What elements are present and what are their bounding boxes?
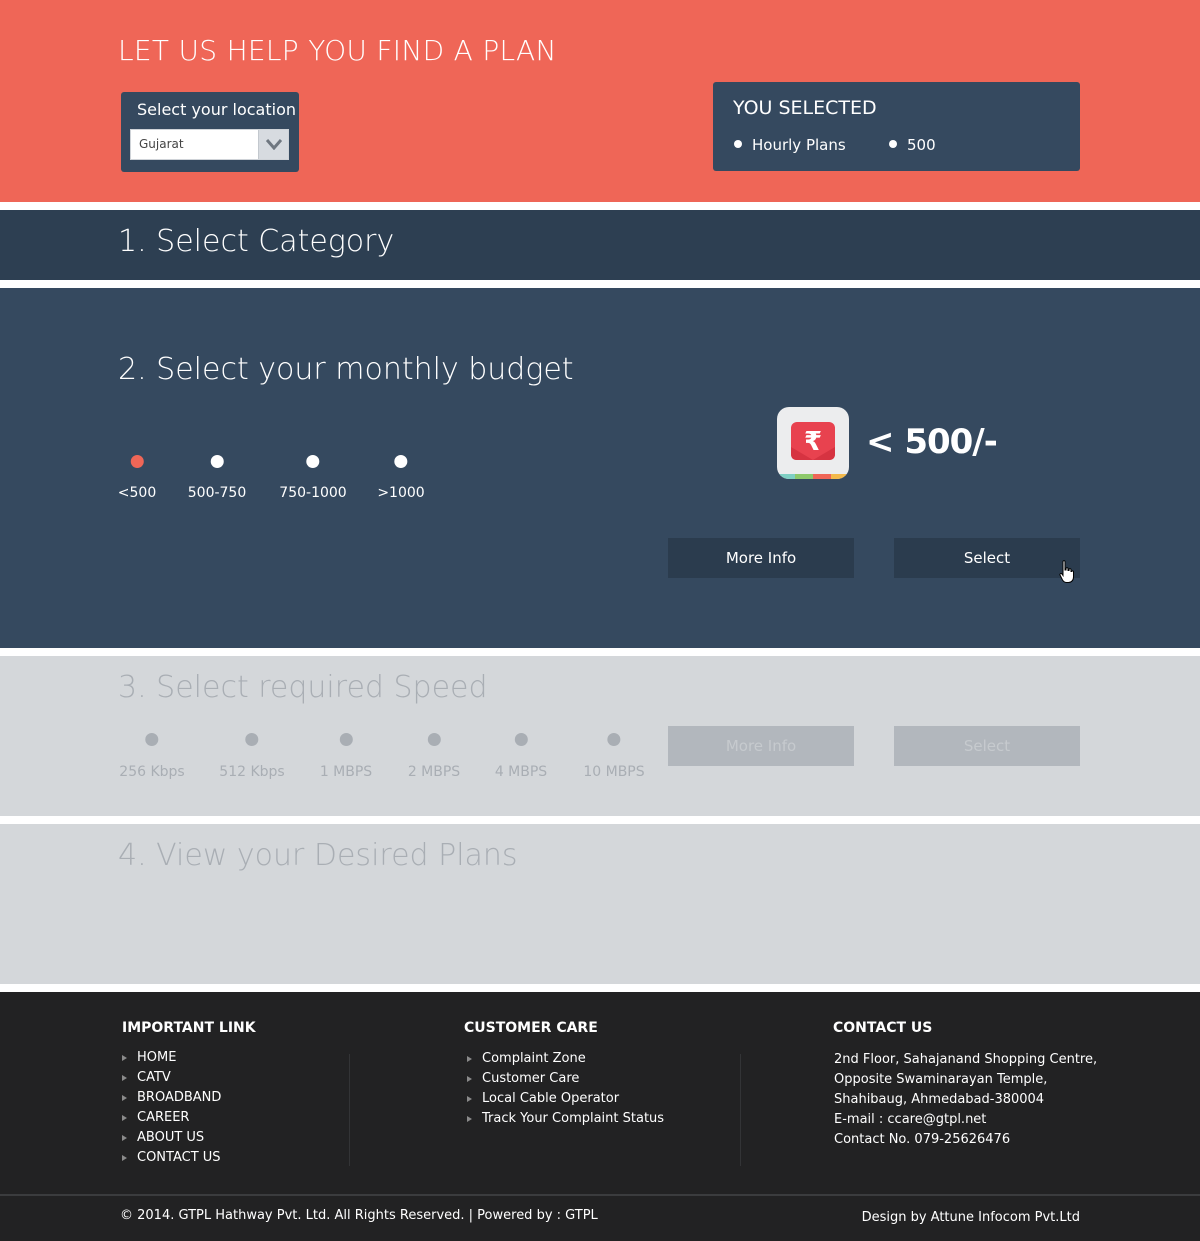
budget-option-750-1000[interactable]: 750-1000 <box>279 455 347 501</box>
budget-option-label: 500-750 <box>187 485 247 501</box>
customer-care-list: Complaint Zone Customer Care Local Cable… <box>467 1049 664 1129</box>
contact-email[interactable]: E-mail : ccare@gtpl.net <box>834 1110 1097 1130</box>
selected-item-label: Hourly Plans <box>752 136 846 154</box>
speed-option-label: 512 Kbps <box>219 764 285 780</box>
speed-more-info-button[interactable]: More Info <box>668 726 854 766</box>
location-select-value: Gujarat <box>139 137 184 151</box>
footer-link-customer-care[interactable]: Customer Care <box>467 1069 664 1089</box>
contact-line: Shahibaug, Ahmedabad-380004 <box>834 1092 1045 1107</box>
footer-link-broadband[interactable]: BROADBAND <box>122 1088 221 1108</box>
svg-text:₹: ₹ <box>804 427 822 457</box>
you-selected-title: YOU SELECTED <box>733 97 877 119</box>
radio-dot[interactable] <box>607 733 621 746</box>
footer-link-complaint-zone[interactable]: Complaint Zone <box>467 1049 664 1069</box>
footer-link-track-complaint[interactable]: Track Your Complaint Status <box>467 1109 664 1129</box>
contact-phone: Contact No. 079-25626476 <box>834 1132 1011 1147</box>
selected-item-category: Hourly Plans <box>734 136 846 154</box>
bullet-icon <box>734 140 742 148</box>
speed-select-button[interactable]: Select <box>894 726 1080 766</box>
footer-link-local-cable-operator[interactable]: Local Cable Operator <box>467 1089 664 1109</box>
footer-divider <box>740 1054 741 1166</box>
important-link-list: HOME CATV BROADBAND CAREER ABOUT US CONT… <box>122 1048 221 1168</box>
speed-option-1mbps[interactable]: 1 MBPS <box>320 733 372 780</box>
you-selected-panel: YOU SELECTED Hourly Plans 500 <box>713 82 1080 171</box>
radio-dot[interactable] <box>130 455 144 468</box>
rupee-wallet-icon: ₹ <box>777 407 849 479</box>
footer-divider <box>349 1054 350 1166</box>
footer-link-contact-us[interactable]: CONTACT US <box>122 1148 221 1168</box>
more-info-button[interactable]: More Info <box>668 538 854 578</box>
budget-option-gt1000[interactable]: >1000 <box>377 455 425 501</box>
section-monthly-budget: 2. Select your monthly budget <500 500-7… <box>0 288 1200 648</box>
footer: IMPORTANT LINK HOME CATV BROADBAND CAREE… <box>0 992 1200 1241</box>
radio-dot[interactable] <box>145 733 159 746</box>
speed-option-10mbps[interactable]: 10 MBPS <box>583 733 645 780</box>
page-title: LET US HELP YOU FIND A PLAN <box>118 34 557 67</box>
budget-option-500-750[interactable]: 500-750 <box>187 455 247 501</box>
radio-dot[interactable] <box>394 455 408 468</box>
speed-option-label: 256 Kbps <box>119 764 185 780</box>
contact-address: 2nd Floor, Sahajanand Shopping Centre, O… <box>834 1050 1097 1150</box>
speed-option-256kbps[interactable]: 256 Kbps <box>119 733 185 780</box>
section-select-category[interactable]: 1. Select Category <box>0 210 1200 280</box>
budget-option-lt500[interactable]: <500 <box>118 455 156 501</box>
chevron-down-icon[interactable] <box>258 130 288 159</box>
footer-link-career[interactable]: CAREER <box>122 1108 221 1128</box>
plan-finder-header: LET US HELP YOU FIND A PLAN Select your … <box>0 0 1200 202</box>
radio-dot[interactable] <box>339 733 353 746</box>
speed-option-4mbps[interactable]: 4 MBPS <box>495 733 547 780</box>
radio-dot[interactable] <box>427 733 441 746</box>
footer-link-home[interactable]: HOME <box>122 1048 221 1068</box>
speed-option-512kbps[interactable]: 512 Kbps <box>219 733 285 780</box>
footer-link-catv[interactable]: CATV <box>122 1068 221 1088</box>
footer-divider-horizontal <box>0 1194 1200 1196</box>
budget-option-label: 750-1000 <box>279 485 347 501</box>
budget-option-label: >1000 <box>377 485 425 501</box>
location-panel: Select your location Gujarat <box>121 92 299 172</box>
hand-cursor-icon <box>1059 560 1074 583</box>
selected-item-budget: 500 <box>889 136 936 154</box>
radio-dot[interactable] <box>245 733 259 746</box>
contact-line: Opposite Swaminarayan Temple, <box>834 1072 1048 1087</box>
section-required-speed: 3. Select required Speed 256 Kbps 512 Kb… <box>0 656 1200 816</box>
section-desired-plans: 4. View your Desired Plans <box>0 824 1200 984</box>
budget-option-label: <500 <box>117 485 157 501</box>
footer-link-about-us[interactable]: ABOUT US <box>122 1128 221 1148</box>
copyright-text: © 2014. GTPL Hathway Pvt. Ltd. All Right… <box>120 1208 598 1223</box>
budget-price-display: < 500/- <box>866 422 998 462</box>
design-credit[interactable]: Design by Attune Infocom Pvt.Ltd <box>862 1210 1080 1225</box>
footer-heading-contact-us: CONTACT US <box>833 1020 933 1036</box>
radio-dot[interactable] <box>306 455 320 468</box>
speed-option-label: 1 MBPS <box>319 764 373 780</box>
select-button[interactable]: Select <box>894 538 1080 578</box>
selected-item-label: 500 <box>907 136 936 154</box>
section-title: 4. View your Desired Plans <box>118 838 518 873</box>
speed-option-label: 10 MBPS <box>583 764 645 780</box>
speed-option-label: 2 MBPS <box>407 764 461 780</box>
location-select[interactable]: Gujarat <box>130 129 289 160</box>
speed-option-2mbps[interactable]: 2 MBPS <box>408 733 460 780</box>
icon-color-stripe <box>777 474 849 479</box>
contact-line: 2nd Floor, Sahajanand Shopping Centre, <box>834 1052 1098 1067</box>
radio-dot[interactable] <box>210 455 224 468</box>
radio-dot[interactable] <box>514 733 528 746</box>
speed-option-label: 4 MBPS <box>494 764 548 780</box>
bullet-icon <box>889 140 897 148</box>
section-title: 3. Select required Speed <box>118 670 488 705</box>
section-title: 2. Select your monthly budget <box>118 352 574 387</box>
footer-heading-important-link: IMPORTANT LINK <box>122 1020 256 1036</box>
location-label: Select your location <box>137 100 296 119</box>
footer-heading-customer-care: CUSTOMER CARE <box>464 1020 598 1036</box>
section-title: 1. Select Category <box>118 224 395 259</box>
